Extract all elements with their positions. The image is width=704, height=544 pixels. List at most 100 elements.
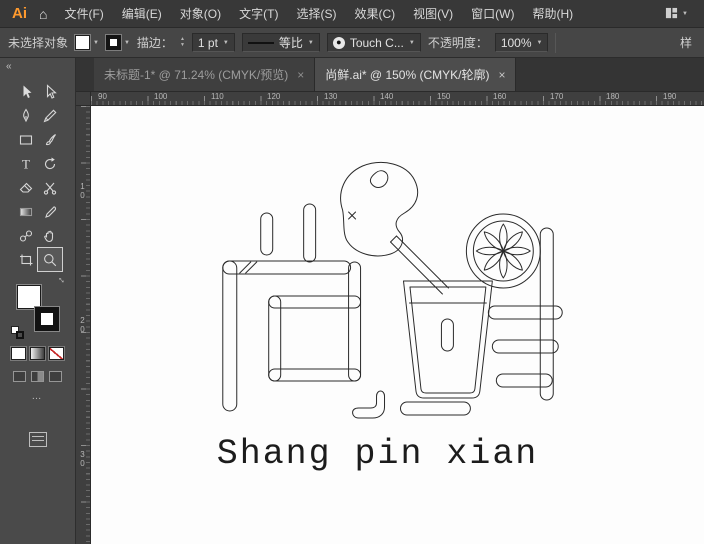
spin-down-icon[interactable]: ▼ bbox=[180, 43, 185, 48]
paintbrush-tool[interactable] bbox=[38, 128, 62, 151]
opacity-value: 100% bbox=[500, 35, 532, 50]
rotate-tool[interactable] bbox=[38, 152, 62, 175]
fill-swatch-dropdown[interactable]: ▼ bbox=[75, 35, 99, 50]
workspace-grid-icon bbox=[665, 7, 678, 19]
ruler-origin-corner[interactable] bbox=[76, 92, 91, 106]
eraser-tool[interactable] bbox=[14, 176, 38, 199]
scissors-tool[interactable] bbox=[38, 176, 62, 199]
svg-text:T: T bbox=[22, 156, 30, 171]
menu-bar: Ai ⌂ 文件(F) 编辑(E) 对象(O) 文字(T) 选择(S) 效果(C)… bbox=[0, 0, 704, 28]
fill-swatch[interactable] bbox=[75, 35, 91, 50]
opacity-dropdown[interactable]: 100% ▼ bbox=[494, 33, 549, 52]
artboard-canvas[interactable]: Shang pin xian bbox=[91, 106, 704, 544]
width-profile-dropdown[interactable]: 等比 ▼ bbox=[241, 33, 320, 52]
chevron-down-icon: ▼ bbox=[408, 39, 415, 46]
chevron-down-icon: ▼ bbox=[307, 39, 314, 46]
ruler-label: 110 bbox=[211, 92, 224, 101]
stroke-color-swatch[interactable] bbox=[34, 307, 59, 331]
menu-view[interactable]: 视图(V) bbox=[404, 0, 462, 27]
ruler-label: 190 bbox=[663, 92, 677, 101]
eyedropper-tool[interactable] bbox=[38, 200, 62, 223]
gradient-button[interactable] bbox=[30, 347, 45, 360]
menu-file[interactable]: 文件(F) bbox=[55, 0, 112, 27]
menu-help[interactable]: 帮助(H) bbox=[523, 0, 582, 27]
close-icon[interactable]: × bbox=[297, 68, 304, 82]
ice-pill bbox=[440, 318, 454, 352]
menu-select[interactable]: 选择(S) bbox=[287, 0, 345, 27]
glass bbox=[402, 280, 493, 399]
home-icon[interactable]: ⌂ bbox=[39, 6, 47, 22]
pencil-tool[interactable] bbox=[38, 104, 62, 127]
none-button[interactable] bbox=[49, 347, 64, 360]
app-logo: Ai bbox=[12, 5, 27, 22]
selection-tool[interactable] bbox=[14, 80, 38, 103]
ruler-label: 130 bbox=[324, 92, 338, 101]
menu-object[interactable]: 对象(O) bbox=[171, 0, 230, 27]
ruler-label: 180 bbox=[606, 92, 620, 101]
fill-stroke-widget: ↔ bbox=[10, 272, 69, 339]
vertical-ruler[interactable]: 10 20 30 bbox=[76, 106, 91, 544]
horizontal-ruler[interactable]: 90 100 110 120 130 140 150 160 170 180 1… bbox=[91, 92, 704, 106]
stroke-weight-stepper[interactable]: ▲ ▼ bbox=[180, 37, 185, 48]
ruler-label: 140 bbox=[380, 92, 394, 101]
brush-preview-icon: ● bbox=[332, 36, 345, 49]
stroke-swatch-dropdown[interactable]: ▼ bbox=[105, 35, 130, 50]
direct-selection-tool[interactable] bbox=[38, 80, 62, 103]
ruler-label: 100 bbox=[154, 92, 168, 101]
logo-artwork[interactable]: Shang pin xian bbox=[217, 162, 563, 474]
x-marker bbox=[348, 211, 357, 220]
divider bbox=[555, 32, 557, 53]
brush-name: Touch C... bbox=[349, 35, 404, 50]
screen-mode-icon[interactable] bbox=[28, 432, 47, 447]
ruler-label: 90 bbox=[98, 92, 107, 101]
more-tools-icon[interactable]: … bbox=[0, 391, 75, 402]
hand-tool[interactable] bbox=[38, 224, 62, 247]
close-icon[interactable]: × bbox=[498, 68, 505, 82]
color-button[interactable] bbox=[11, 347, 26, 360]
tab-shangxian-ai[interactable]: 尚鲜.ai* @ 150% (CMYK/轮廓) × bbox=[315, 58, 517, 91]
gradient-tool[interactable] bbox=[14, 200, 38, 223]
stroke-weight-field[interactable]: 1 pt ▼ bbox=[191, 33, 235, 52]
fill-color-swatch[interactable] bbox=[16, 285, 41, 309]
draw-inside-button[interactable] bbox=[49, 371, 62, 382]
bottom-pill bbox=[399, 401, 471, 416]
blend-tool[interactable] bbox=[14, 224, 38, 247]
stroke-weight-value: 1 pt bbox=[197, 35, 218, 50]
ruler-label: 170 bbox=[550, 92, 564, 101]
artboard-tool[interactable] bbox=[14, 248, 38, 271]
ruler-label: 10 bbox=[78, 182, 87, 200]
ruler-label: 30 bbox=[78, 450, 87, 468]
rectangle-tool[interactable] bbox=[14, 128, 38, 151]
menu-edit[interactable]: 编辑(E) bbox=[113, 0, 171, 27]
chevron-down-icon: ▼ bbox=[93, 39, 99, 46]
default-colors-icon[interactable] bbox=[10, 326, 24, 339]
style-label[interactable]: 样 bbox=[680, 34, 696, 51]
logo-caption[interactable]: Shang pin xian bbox=[217, 434, 539, 474]
paint-style-row bbox=[0, 347, 75, 360]
selection-status: 未选择对象 bbox=[8, 36, 69, 50]
brush-dropdown[interactable]: ● Touch C... ▼ bbox=[326, 33, 421, 52]
pen-tool[interactable] bbox=[14, 104, 38, 127]
tab-untitled-1[interactable]: 未标题-1* @ 71.24% (CMYK/预览) × bbox=[94, 58, 316, 91]
stroke-swatch[interactable] bbox=[105, 35, 121, 50]
draw-behind-button[interactable] bbox=[31, 371, 44, 382]
chevron-down-icon: ▼ bbox=[222, 39, 229, 46]
collapse-panel-icon[interactable]: « bbox=[0, 58, 75, 76]
illustrator-window: Ai ⌂ 文件(F) 编辑(E) 对象(O) 文字(T) 选择(S) 效果(C)… bbox=[0, 0, 704, 544]
zoom-tool[interactable] bbox=[36, 247, 63, 272]
menu-window[interactable]: 窗口(W) bbox=[462, 0, 523, 27]
document-area: 未标题-1* @ 71.24% (CMYK/预览) × 尚鲜.ai* @ 150… bbox=[76, 58, 704, 544]
chevron-down-icon: ▼ bbox=[123, 39, 130, 46]
draw-mode-row bbox=[0, 371, 75, 382]
control-bar: 未选择对象 ▼ ▼ 描边： ▲ ▼ 1 pt ▼ 等比 ▼ ● Touch C.… bbox=[0, 28, 704, 58]
type-tool[interactable]: T bbox=[14, 152, 38, 175]
default-stroke-icon bbox=[15, 331, 24, 339]
draw-normal-button[interactable] bbox=[13, 371, 26, 382]
swap-fill-stroke-icon[interactable]: ↔ bbox=[54, 272, 69, 287]
ruler-label: 20 bbox=[78, 316, 87, 334]
tool-grid: T bbox=[0, 80, 75, 272]
opacity-label: 不透明度： bbox=[427, 36, 488, 50]
workspace-switcher[interactable]: ▼ bbox=[665, 7, 704, 20]
menu-effect[interactable]: 效果(C) bbox=[345, 0, 404, 27]
menu-type[interactable]: 文字(T) bbox=[230, 0, 287, 27]
